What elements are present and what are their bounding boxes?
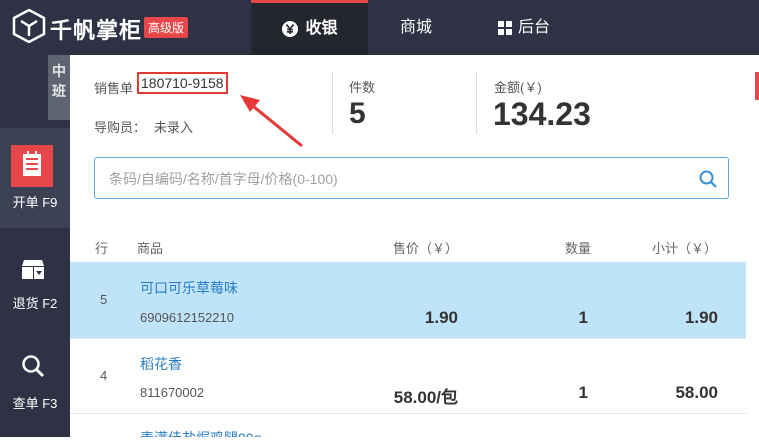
column-header-qty: 数量 — [565, 241, 592, 256]
search-input[interactable] — [107, 168, 691, 190]
subtotal: 58.00 — [675, 383, 718, 402]
guide-value[interactable]: 未录入 — [154, 117, 193, 136]
column-header-subtotal: 小计（￥） — [652, 241, 718, 256]
product-name[interactable]: 稻花香 — [140, 354, 182, 374]
total-amount: 134.23 — [493, 96, 591, 132]
sidebar-label-query: 查单 F3 — [12, 396, 58, 411]
subtotal: 1.90 — [684, 308, 718, 327]
quantity[interactable]: 1 — [579, 308, 588, 328]
tab-checkout-label: 收银 — [305, 20, 338, 37]
edition-badge: 高级版 — [144, 17, 189, 38]
column-header-price: 售价（￥） — [393, 241, 459, 256]
logo-icon — [12, 9, 46, 43]
product-name[interactable]: 麦满佳盐焗鸡腿80g — [140, 428, 261, 437]
unit-price[interactable]: 1.90 — [425, 308, 458, 328]
grid-icon — [497, 20, 512, 35]
right-edge — [746, 55, 759, 437]
table-row[interactable]: 麦满佳盐焗鸡腿80g — [70, 414, 746, 437]
annotation-arrow — [240, 95, 303, 148]
unit-price[interactable]: 58.00/包 — [394, 383, 458, 408]
return-box-icon — [22, 260, 44, 279]
shift-char-2: 班 — [52, 83, 66, 99]
sidebar-item-return[interactable]: 退货 F2 — [0, 240, 70, 340]
tab-checkout[interactable]: 收银 — [251, 0, 368, 55]
tab-mall-label: 商城 — [399, 19, 432, 36]
sidebar-label-new-order: 开单 F9 — [12, 195, 58, 210]
divider — [476, 72, 477, 134]
tab-backend-label: 后台 — [517, 19, 550, 36]
amount-label: 金额(￥) — [494, 80, 542, 95]
column-header-row: 行 — [95, 241, 109, 256]
tab-mall[interactable]: 商城 — [368, 0, 464, 55]
sidebar-item-new-order[interactable]: 开单 F9 — [0, 128, 70, 228]
checkout-panel-edge[interactable] — [755, 72, 759, 100]
column-header-product: 商品 — [137, 241, 164, 256]
sale-number-label: 销售单 — [94, 81, 134, 96]
sidebar-label-return: 退货 F2 — [12, 296, 58, 311]
shift-indicator: 中 班 — [48, 55, 70, 120]
divider — [332, 72, 333, 134]
sale-number: 180710-9158 — [137, 72, 228, 94]
receipt-icon — [11, 145, 53, 187]
product-name[interactable]: 可口可乐草莓味 — [140, 278, 238, 298]
yen-circle-icon — [282, 20, 299, 37]
item-count: 5 — [349, 97, 366, 130]
tab-backend[interactable]: 后台 — [464, 0, 584, 55]
item-count-label: 件数 — [349, 80, 376, 95]
sidebar-item-query[interactable]: 查单 F3 — [0, 342, 70, 442]
guide-label: 导购员： — [94, 120, 147, 135]
quantity[interactable]: 1 — [579, 383, 588, 403]
table-row[interactable]: 4 稻花香 811670002 58.00/包 1 58.00 — [70, 339, 746, 415]
product-code: 6909612152210 — [140, 310, 234, 325]
row-index: 4 — [100, 368, 108, 383]
search-button-icon[interactable] — [698, 169, 718, 189]
top-bar: 千帆掌柜 高级版 收银 商城 后台 — [0, 0, 759, 55]
table-row[interactable]: 5 可口可乐草莓味 6909612152210 1.90 1 1.90 — [70, 262, 746, 338]
brand-name: 千帆掌柜 — [50, 19, 143, 44]
search-box[interactable] — [94, 157, 729, 199]
product-code: 811670002 — [140, 385, 205, 400]
shift-char-1: 中 — [52, 63, 66, 79]
row-index: 5 — [100, 292, 108, 307]
search-icon — [22, 355, 45, 378]
